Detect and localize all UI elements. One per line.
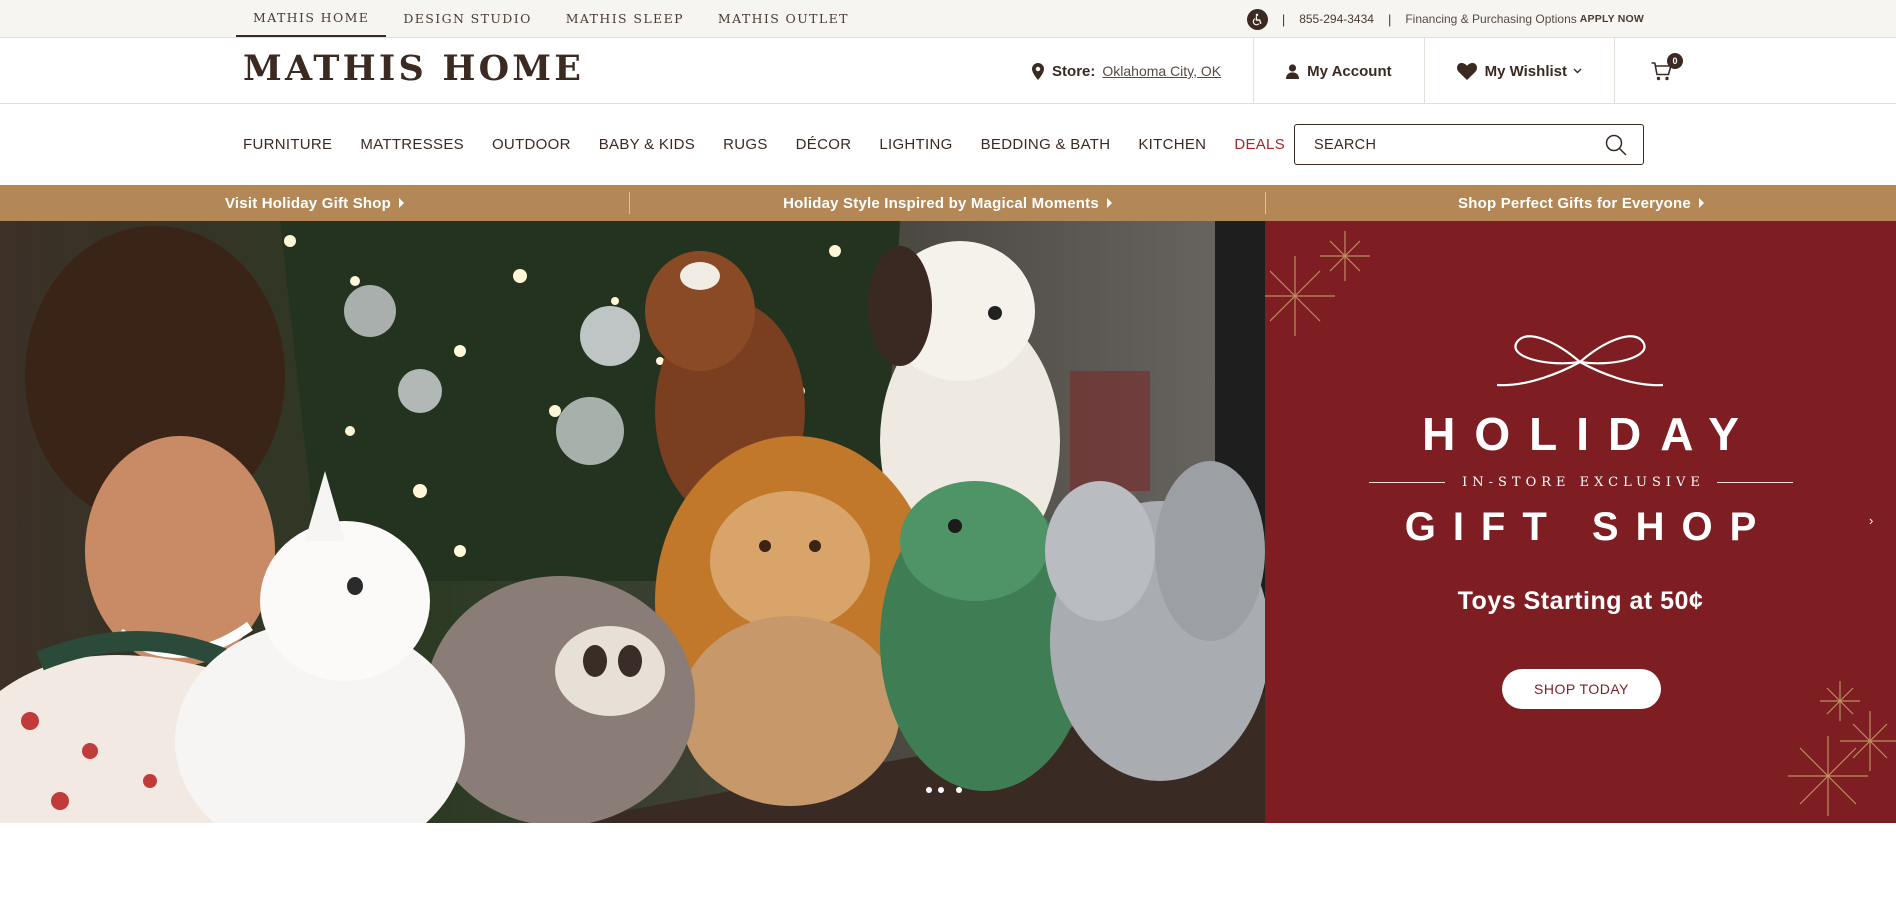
financing-link[interactable]: Financing & Purchasing Options (1405, 12, 1576, 26)
apply-now-link[interactable]: APPLY NOW (1580, 13, 1644, 25)
cart-count-badge: 0 (1667, 53, 1683, 69)
ribbon-bow-icon (1497, 335, 1663, 387)
hero-title-holiday: HOLIDAY (1422, 408, 1758, 460)
promo-label: Shop Perfect Gifts for Everyone (1458, 194, 1691, 212)
my-account-label: My Account (1307, 62, 1392, 80)
hero-image[interactable]: ‹ (0, 221, 1265, 823)
cart-button[interactable]: 0 (1614, 38, 1683, 104)
caret-right-icon (1698, 198, 1704, 208)
search-icon[interactable] (1605, 134, 1627, 156)
promo-strip: Visit Holiday Gift Shop Holiday Style In… (0, 185, 1896, 221)
tab-mathis-home[interactable]: MATHIS HOME (236, 0, 387, 37)
search-placeholder: SEARCH (1314, 136, 1377, 153)
store-selector[interactable]: Store: Oklahoma City, OK (1000, 38, 1253, 104)
nav-item-bedding-bath[interactable]: BEDDING & BATH (981, 136, 1111, 153)
promo-label: Holiday Style Inspired by Magical Moment… (783, 194, 1099, 212)
nav-item-decor[interactable]: DÉCOR (796, 136, 852, 153)
my-wishlist-label: My Wishlist (1484, 62, 1567, 80)
tab-design-studio[interactable]: DESIGN STUDIO (386, 0, 548, 37)
nav-item-rugs[interactable]: RUGS (723, 136, 768, 153)
carousel-dot-1[interactable] (926, 787, 932, 793)
promo-link-gift-shop[interactable]: Visit Holiday Gift Shop (0, 191, 629, 215)
promo-label: Visit Holiday Gift Shop (224, 194, 391, 212)
promo-link-holiday-style[interactable]: Holiday Style Inspired by Magical Moment… (630, 191, 1265, 215)
location-pin-icon (1032, 62, 1045, 80)
hero-tagline: Toys Starting at 50¢ (1457, 587, 1704, 615)
nav-item-deals[interactable]: DEALS (1234, 136, 1285, 153)
chevron-down-icon (1573, 68, 1582, 74)
nav-item-lighting[interactable]: LIGHTING (879, 136, 952, 153)
tab-mathis-sleep[interactable]: MATHIS SLEEP (549, 0, 701, 37)
carousel-dot-2[interactable] (938, 787, 944, 793)
hero-promo-panel: HOLIDAY IN-STORE EXCLUSIVE GIFT SHOP Toy… (1265, 221, 1896, 823)
carousel-next-arrow[interactable]: › (1869, 513, 1873, 528)
accessibility-icon[interactable] (1246, 8, 1268, 30)
site-header: MATHIS HOME Store: Oklahoma City, OK My … (0, 38, 1896, 104)
nav-item-mattresses[interactable]: MATTRESSES (360, 136, 464, 153)
hero-title-gift-shop: GIFT SHOP (1404, 505, 1774, 549)
nav-item-kitchen[interactable]: KITCHEN (1138, 136, 1206, 153)
promo-link-perfect-gifts[interactable]: Shop Perfect Gifts for Everyone (1266, 191, 1896, 215)
hero-carousel: ‹ HOLIDAY IN-STORE EXCLUSIVE GIFT SHOP T… (0, 221, 1896, 823)
my-wishlist-button[interactable]: My Wishlist (1423, 38, 1614, 104)
nav-item-baby-kids[interactable]: BABY & KIDS (599, 136, 695, 153)
divider (1369, 482, 1446, 483)
phone-link[interactable]: 855-294-3434 (1299, 12, 1374, 26)
header-actions: Store: Oklahoma City, OK My Account My W… (1000, 38, 1683, 104)
store-location-link[interactable]: Oklahoma City, OK (1102, 63, 1221, 79)
hero-subtitle-row: IN-STORE EXCLUSIVE (1369, 475, 1793, 490)
main-nav: FURNITURE MATTRESSES OUTDOOR BABY & KIDS… (0, 104, 1896, 185)
nav-item-furniture[interactable]: FURNITURE (243, 136, 332, 153)
site-logo[interactable]: MATHIS HOME (243, 48, 584, 89)
plush-toys-photo (0, 221, 1265, 823)
caret-right-icon (399, 198, 404, 208)
utility-bar: MATHIS HOME DESIGN STUDIO MATHIS SLEEP M… (0, 0, 1896, 38)
store-label: Store: (1052, 62, 1096, 80)
caret-right-icon (1106, 198, 1112, 208)
hero-subtitle: IN-STORE EXCLUSIVE (1462, 475, 1705, 490)
search-input[interactable]: SEARCH (1294, 124, 1644, 165)
shop-today-button[interactable]: SHOP TODAY (1502, 669, 1661, 709)
nav-menu: FURNITURE MATTRESSES OUTDOOR BABY & KIDS… (243, 104, 1313, 185)
heart-icon (1456, 62, 1477, 80)
utility-links: | 855-294-3434 | Financing & Purchasing … (1246, 0, 1644, 38)
brand-tabs: MATHIS HOME DESIGN STUDIO MATHIS SLEEP M… (236, 0, 866, 38)
divider: | (1281, 11, 1286, 27)
nav-item-outdoor[interactable]: OUTDOOR (492, 136, 571, 153)
tab-mathis-outlet[interactable]: MATHIS OUTLET (701, 0, 866, 37)
carousel-dot-3[interactable] (956, 787, 962, 793)
carousel-prev-arrow[interactable]: ‹ (18, 513, 22, 528)
divider (1716, 482, 1793, 483)
divider: | (1387, 11, 1392, 27)
user-icon (1286, 63, 1300, 79)
carousel-dots (926, 787, 968, 793)
my-account-button[interactable]: My Account (1253, 38, 1423, 104)
